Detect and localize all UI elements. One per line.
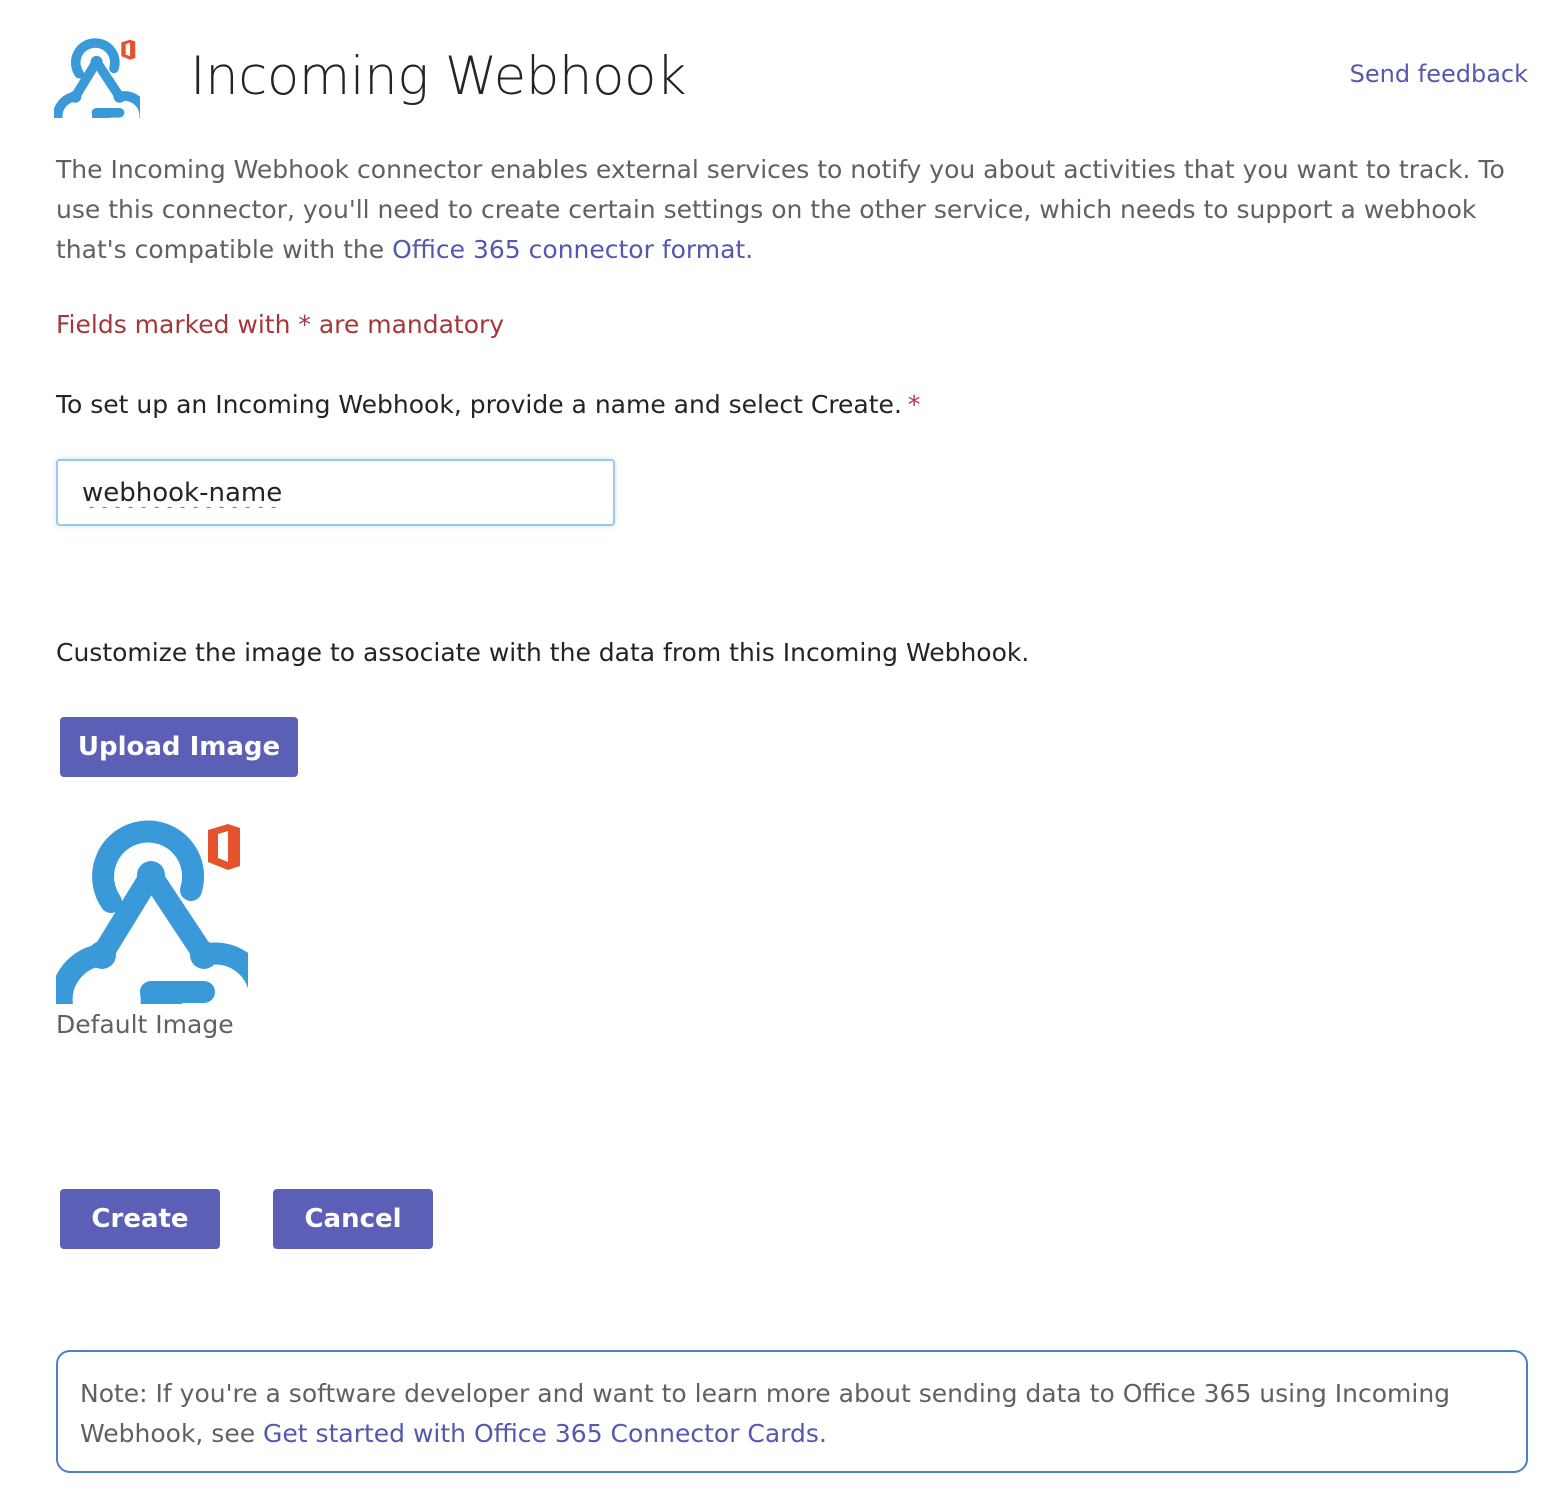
cancel-button[interactable]: Cancel xyxy=(273,1189,433,1249)
required-marker: * xyxy=(907,390,921,419)
connector-format-link[interactable]: Office 365 connector format xyxy=(392,235,745,264)
webhook-name-input[interactable] xyxy=(56,459,615,526)
default-webhook-image xyxy=(50,820,272,1056)
developer-note-box: Note: If you're a software developer and… xyxy=(56,1350,1528,1473)
send-feedback-link[interactable]: Send feedback xyxy=(1350,60,1528,88)
name-label-text: To set up an Incoming Webhook, provide a… xyxy=(56,390,902,419)
customize-image-label: Customize the image to associate with th… xyxy=(56,638,1030,667)
intro-paragraph: The Incoming Webhook connector enables e… xyxy=(56,150,1536,270)
intro-text: The Incoming Webhook connector enables e… xyxy=(56,155,1505,264)
upload-image-button[interactable]: Upload Image xyxy=(60,717,298,777)
intro-text-end: . xyxy=(745,235,754,264)
create-button[interactable]: Create xyxy=(60,1189,220,1249)
page-title: Incoming Webhook xyxy=(190,46,687,107)
webhook-logo-icon xyxy=(52,38,149,141)
note-text-end: . xyxy=(818,1419,827,1448)
connector-cards-link[interactable]: Get started with Office 365 Connector Ca… xyxy=(263,1419,819,1448)
name-field-label: To set up an Incoming Webhook, provide a… xyxy=(56,390,920,419)
default-image-caption: Default Image xyxy=(56,1010,234,1039)
mandatory-notice: Fields marked with * are mandatory xyxy=(56,310,505,339)
